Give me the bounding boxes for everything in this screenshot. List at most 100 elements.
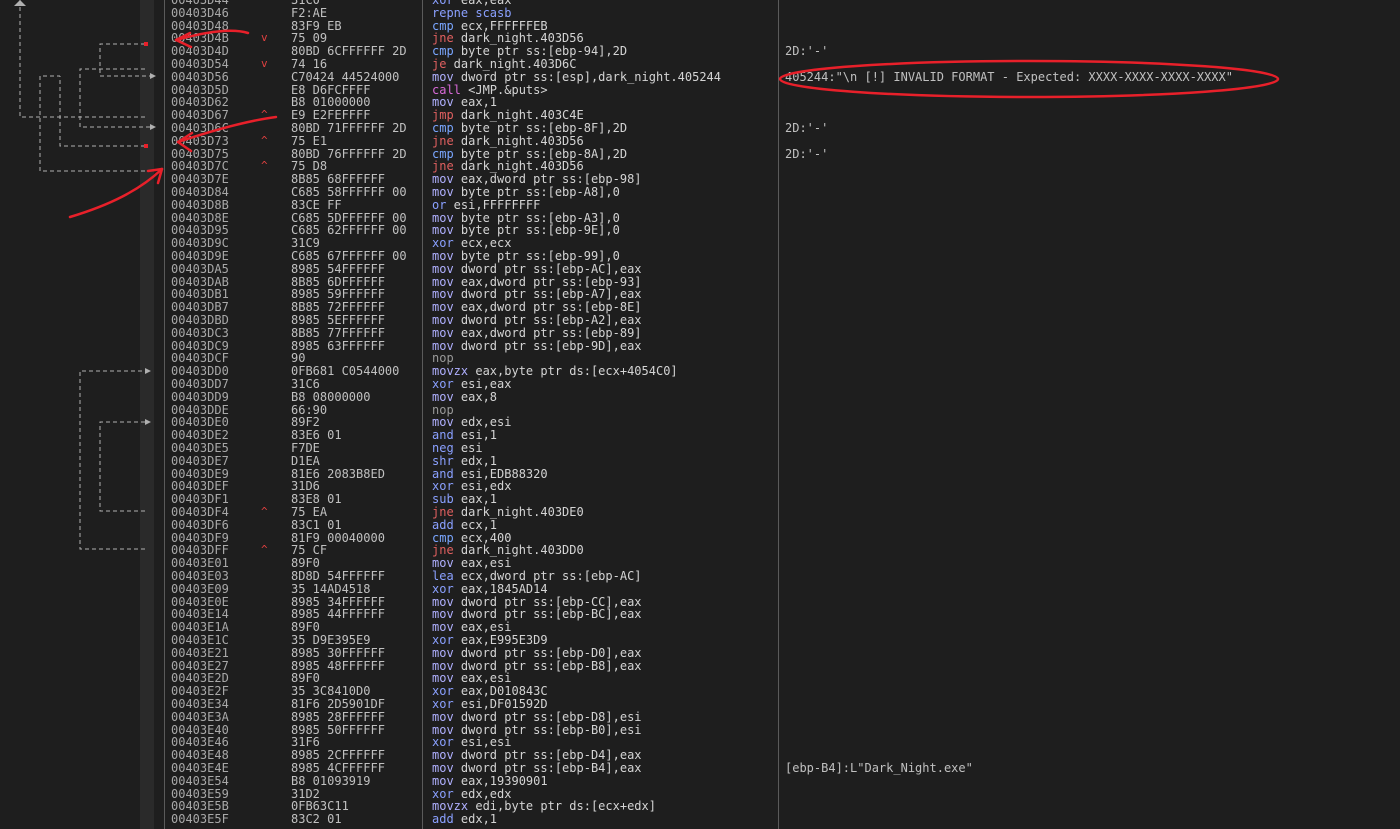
instruction-bytes: 83C2 01 bbox=[291, 812, 342, 827]
instruction-bytes: 35 14AD4518 bbox=[291, 581, 371, 596]
instruction-row[interactable]: 00403DDE 66:90 nop bbox=[165, 403, 1400, 417]
instruction-address: 00403E3A bbox=[171, 709, 229, 724]
instruction-row[interactable]: 00403DD9 B8 08000000 mov eax,8 bbox=[165, 389, 1400, 404]
instruction-address: 00403DA5 bbox=[171, 261, 229, 276]
instruction-row[interactable]: 00403E40 8985 50FFFFFF mov dword ptr ss:[e… bbox=[165, 723, 1400, 737]
instruction-row[interactable]: 00403DF4 ^ 75 EA jne dark_night.403DE0 bbox=[165, 505, 1400, 519]
instruction-row[interactable]: 00403D56 C70424 44524000 mov dword ptr ss:… bbox=[165, 69, 1400, 84]
instruction-disasm: add edx,1 bbox=[432, 813, 497, 826]
instruction-row[interactable]: 00403E09 35 14AD4518 xor eax,1845AD14 bbox=[165, 581, 1400, 596]
instruction-row[interactable]: 00403D6C 80BD 71FFFFFF 2D cmp byte ptr ss:… bbox=[165, 122, 1400, 135]
instruction-row[interactable]: 00403DBD 8985 5EFFFFFF mov dword ptr ss:[e… bbox=[165, 314, 1400, 327]
breakpoint-column[interactable] bbox=[140, 0, 154, 829]
instruction-row[interactable]: 00403D9E C685 67FFFFFF 00 mov byte ptr ss:… bbox=[165, 250, 1400, 263]
instruction-address: 00403D6C bbox=[171, 121, 229, 135]
instruction-row[interactable]: 00403E27 8985 48FFFFFF mov dword ptr ss:[e… bbox=[165, 659, 1400, 673]
instruction-row[interactable]: 00403DE0 89F2 mov edx,esi bbox=[165, 416, 1400, 429]
instruction-comment: 405244:"\n [!] INVALID FORMAT - Expected… bbox=[785, 69, 1233, 84]
instruction-row[interactable]: 00403E59 31D2 xor edx,edx bbox=[165, 787, 1400, 801]
instruction-comment: 2D:'-' bbox=[785, 121, 829, 135]
instruction-row[interactable]: 00403DC9 8985 63FFFFFF mov dword ptr ss:[e… bbox=[165, 338, 1400, 353]
instruction-row[interactable]: 00403D73 ^ 75 E1 jne dark_night.403D56 bbox=[165, 133, 1400, 148]
instruction-comment: 2D:'-' bbox=[785, 44, 829, 59]
instruction-address: 00403D73 bbox=[171, 133, 229, 148]
instruction-row[interactable]: 00403DE2 83E6 01 and esi,1 bbox=[165, 429, 1400, 442]
instruction-row[interactable]: 00403E5F 83C2 01 add edx,1 bbox=[165, 813, 1400, 826]
instruction-bytes: 8985 28FFFFFF bbox=[291, 709, 385, 724]
instruction-bytes: 8985 30FFFFFF bbox=[291, 645, 385, 660]
instruction-address: 00403D8B bbox=[171, 197, 229, 212]
instruction-bytes: C685 67FFFFFF 00 bbox=[291, 249, 407, 263]
instruction-row[interactable]: 00403E5B 0FB63C11 movzx edi,byte ptr ds:[e… bbox=[165, 800, 1400, 813]
jump-up-arrow-icon: ^ bbox=[261, 543, 268, 557]
instruction-bytes: 31C6 bbox=[291, 377, 320, 391]
instruction-row[interactable]: 00403DEF 31D6 xor esi,edx bbox=[165, 480, 1400, 493]
instruction-row[interactable]: 00403E21 8985 30FFFFFF mov dword ptr ss:[e… bbox=[165, 645, 1400, 660]
instruction-bytes: C685 58FFFFFF 00 bbox=[291, 185, 407, 199]
instruction-address: 00403E54 bbox=[171, 773, 229, 788]
instruction-row[interactable]: 00403E14 8985 44FFFFFF mov dword ptr ss:[e… bbox=[165, 608, 1400, 621]
instruction-address: 00403D84 bbox=[171, 185, 229, 199]
instruction-bytes: 75 EA bbox=[291, 505, 328, 519]
instruction-address: 00403DF6 bbox=[171, 517, 229, 532]
instruction-row[interactable]: 00403E34 81F6 2D5901DF xor esi,DF01592D bbox=[165, 698, 1400, 711]
instruction-bytes: F2:AE bbox=[291, 5, 328, 20]
instruction-row[interactable]: 00403DD0 0FB681 C0544000 movzx eax,byte pt… bbox=[165, 365, 1400, 378]
instruction-row[interactable]: 00403DE9 81E6 2083B8ED and esi,EDB88320 bbox=[165, 467, 1400, 481]
instruction-bytes: 80BD 71FFFFFF 2D bbox=[291, 121, 407, 135]
instruction-comment: [ebp-B4]:L"Dark_Night.exe" bbox=[785, 761, 973, 775]
instruction-bytes: 83CE FF bbox=[291, 197, 342, 212]
instruction-bytes: F7DE bbox=[291, 441, 320, 455]
instruction-address: 00403D54 bbox=[171, 57, 229, 71]
instruction-row[interactable]: 00403DA5 8985 54FFFFFF mov dword ptr ss:[e… bbox=[165, 261, 1400, 276]
instruction-row[interactable]: 00403E1C 35 D9E395E9 xor eax,E995E3D9 bbox=[165, 634, 1400, 647]
instruction-row[interactable]: 00403E3A 8985 28FFFFFF mov dword ptr ss:[e… bbox=[165, 709, 1400, 724]
operands: dword ptr ss:[ebp-9D],eax bbox=[453, 338, 642, 353]
instruction-row[interactable]: 00403D54 v 74 16 je dark_night.403D6C bbox=[165, 57, 1400, 71]
instruction-bytes: 8B85 77FFFFFF bbox=[291, 325, 385, 340]
jump-down-arrow-icon: v bbox=[261, 57, 268, 70]
instruction-address: 00403E4E bbox=[171, 761, 229, 775]
instruction-address: 00403DD9 bbox=[171, 389, 229, 404]
instruction-row[interactable]: 00403DF6 83C1 01 add ecx,1 bbox=[165, 517, 1400, 532]
instruction-row[interactable]: 00403D4D 80BD 6CFFFFFF 2D cmp byte ptr ss:… bbox=[165, 45, 1400, 58]
instruction-bytes: 8985 5EFFFFFF bbox=[291, 313, 385, 327]
instruction-row[interactable]: 00403E4E 8985 4CFFFFFF mov dword ptr ss:[e… bbox=[165, 762, 1400, 775]
jump-up-arrow-icon: ^ bbox=[261, 505, 268, 518]
instruction-address: 00403DE5 bbox=[171, 441, 229, 455]
instruction-row[interactable]: 00403D46 F2:AE repne scasb bbox=[165, 5, 1400, 20]
instruction-row[interactable]: 00403D44 31C0 xor eax,eax bbox=[165, 0, 1400, 7]
instruction-row[interactable]: 00403D48 83F9 EB cmp ecx,FFFFFFEB bbox=[165, 19, 1400, 33]
instruction-bytes: D1EA bbox=[291, 453, 320, 468]
disassembly-view[interactable]: 00403D44 31C0 xor eax,eax 00403D46 F2:AE repn… bbox=[165, 0, 1400, 829]
instruction-row[interactable]: 00403D75 80BD 76FFFFFF 2D cmp byte ptr ss:… bbox=[165, 146, 1400, 161]
instruction-comment: 2D:'-' bbox=[785, 146, 829, 161]
instruction-bytes: 81F6 2D5901DF bbox=[291, 697, 385, 711]
instruction-bytes: 8D8D 54FFFFFF bbox=[291, 569, 385, 583]
instruction-row[interactable]: 00403DE5 F7DE neg esi bbox=[165, 442, 1400, 455]
instruction-bytes: 35 D9E395E9 bbox=[291, 633, 371, 647]
instruction-address: 00403DF4 bbox=[171, 505, 229, 519]
instruction-bytes: C70424 44524000 bbox=[291, 69, 400, 84]
instruction-row[interactable]: 00403DFF ^ 75 CF jne dark_night.403DD0 bbox=[165, 544, 1400, 557]
instruction-address: 00403E09 bbox=[171, 581, 229, 596]
instruction-row[interactable]: 00403DD7 31C6 xor esi,eax bbox=[165, 378, 1400, 391]
instruction-disasm: mov dword ptr ss:[ebp-9D],eax bbox=[432, 338, 642, 353]
instruction-row[interactable]: 00403DF9 81F9 00040000 cmp ecx,400 bbox=[165, 531, 1400, 545]
instruction-address: 00403E34 bbox=[171, 697, 229, 711]
instruction-address: 00403E5F bbox=[171, 812, 229, 827]
instruction-bytes: B8 01093919 bbox=[291, 773, 371, 788]
instruction-row[interactable]: 00403E54 B8 01093919 mov eax,19390901 bbox=[165, 773, 1400, 788]
instruction-row[interactable]: 00403D8B 83CE FF or esi,FFFFFFFF bbox=[165, 197, 1400, 212]
instruction-row[interactable]: 00403DE7 D1EA shr edx,1 bbox=[165, 453, 1400, 468]
mnemonic: add bbox=[432, 812, 454, 827]
instruction-address: 00403DD7 bbox=[171, 377, 229, 391]
instruction-row[interactable]: 00403DC3 8B85 77FFFFFF mov eax,dword ptr s… bbox=[165, 325, 1400, 340]
instruction-row[interactable]: 00403E03 8D8D 54FFFFFF lea ecx,dword ptr s… bbox=[165, 570, 1400, 583]
instruction-address: 00403D46 bbox=[171, 5, 229, 20]
instruction-row[interactable]: 00403D84 C685 58FFFFFF 00 mov byte ptr ss:… bbox=[165, 186, 1400, 199]
instruction-address: 00403E21 bbox=[171, 645, 229, 660]
jump-up-arrow-icon: ^ bbox=[261, 108, 268, 122]
instruction-row[interactable]: 00403DF1 83E8 01 sub eax,1 bbox=[165, 493, 1400, 506]
instruction-row[interactable]: 00403D95 C685 62FFFFFF 00 mov byte ptr ss:… bbox=[165, 224, 1400, 237]
